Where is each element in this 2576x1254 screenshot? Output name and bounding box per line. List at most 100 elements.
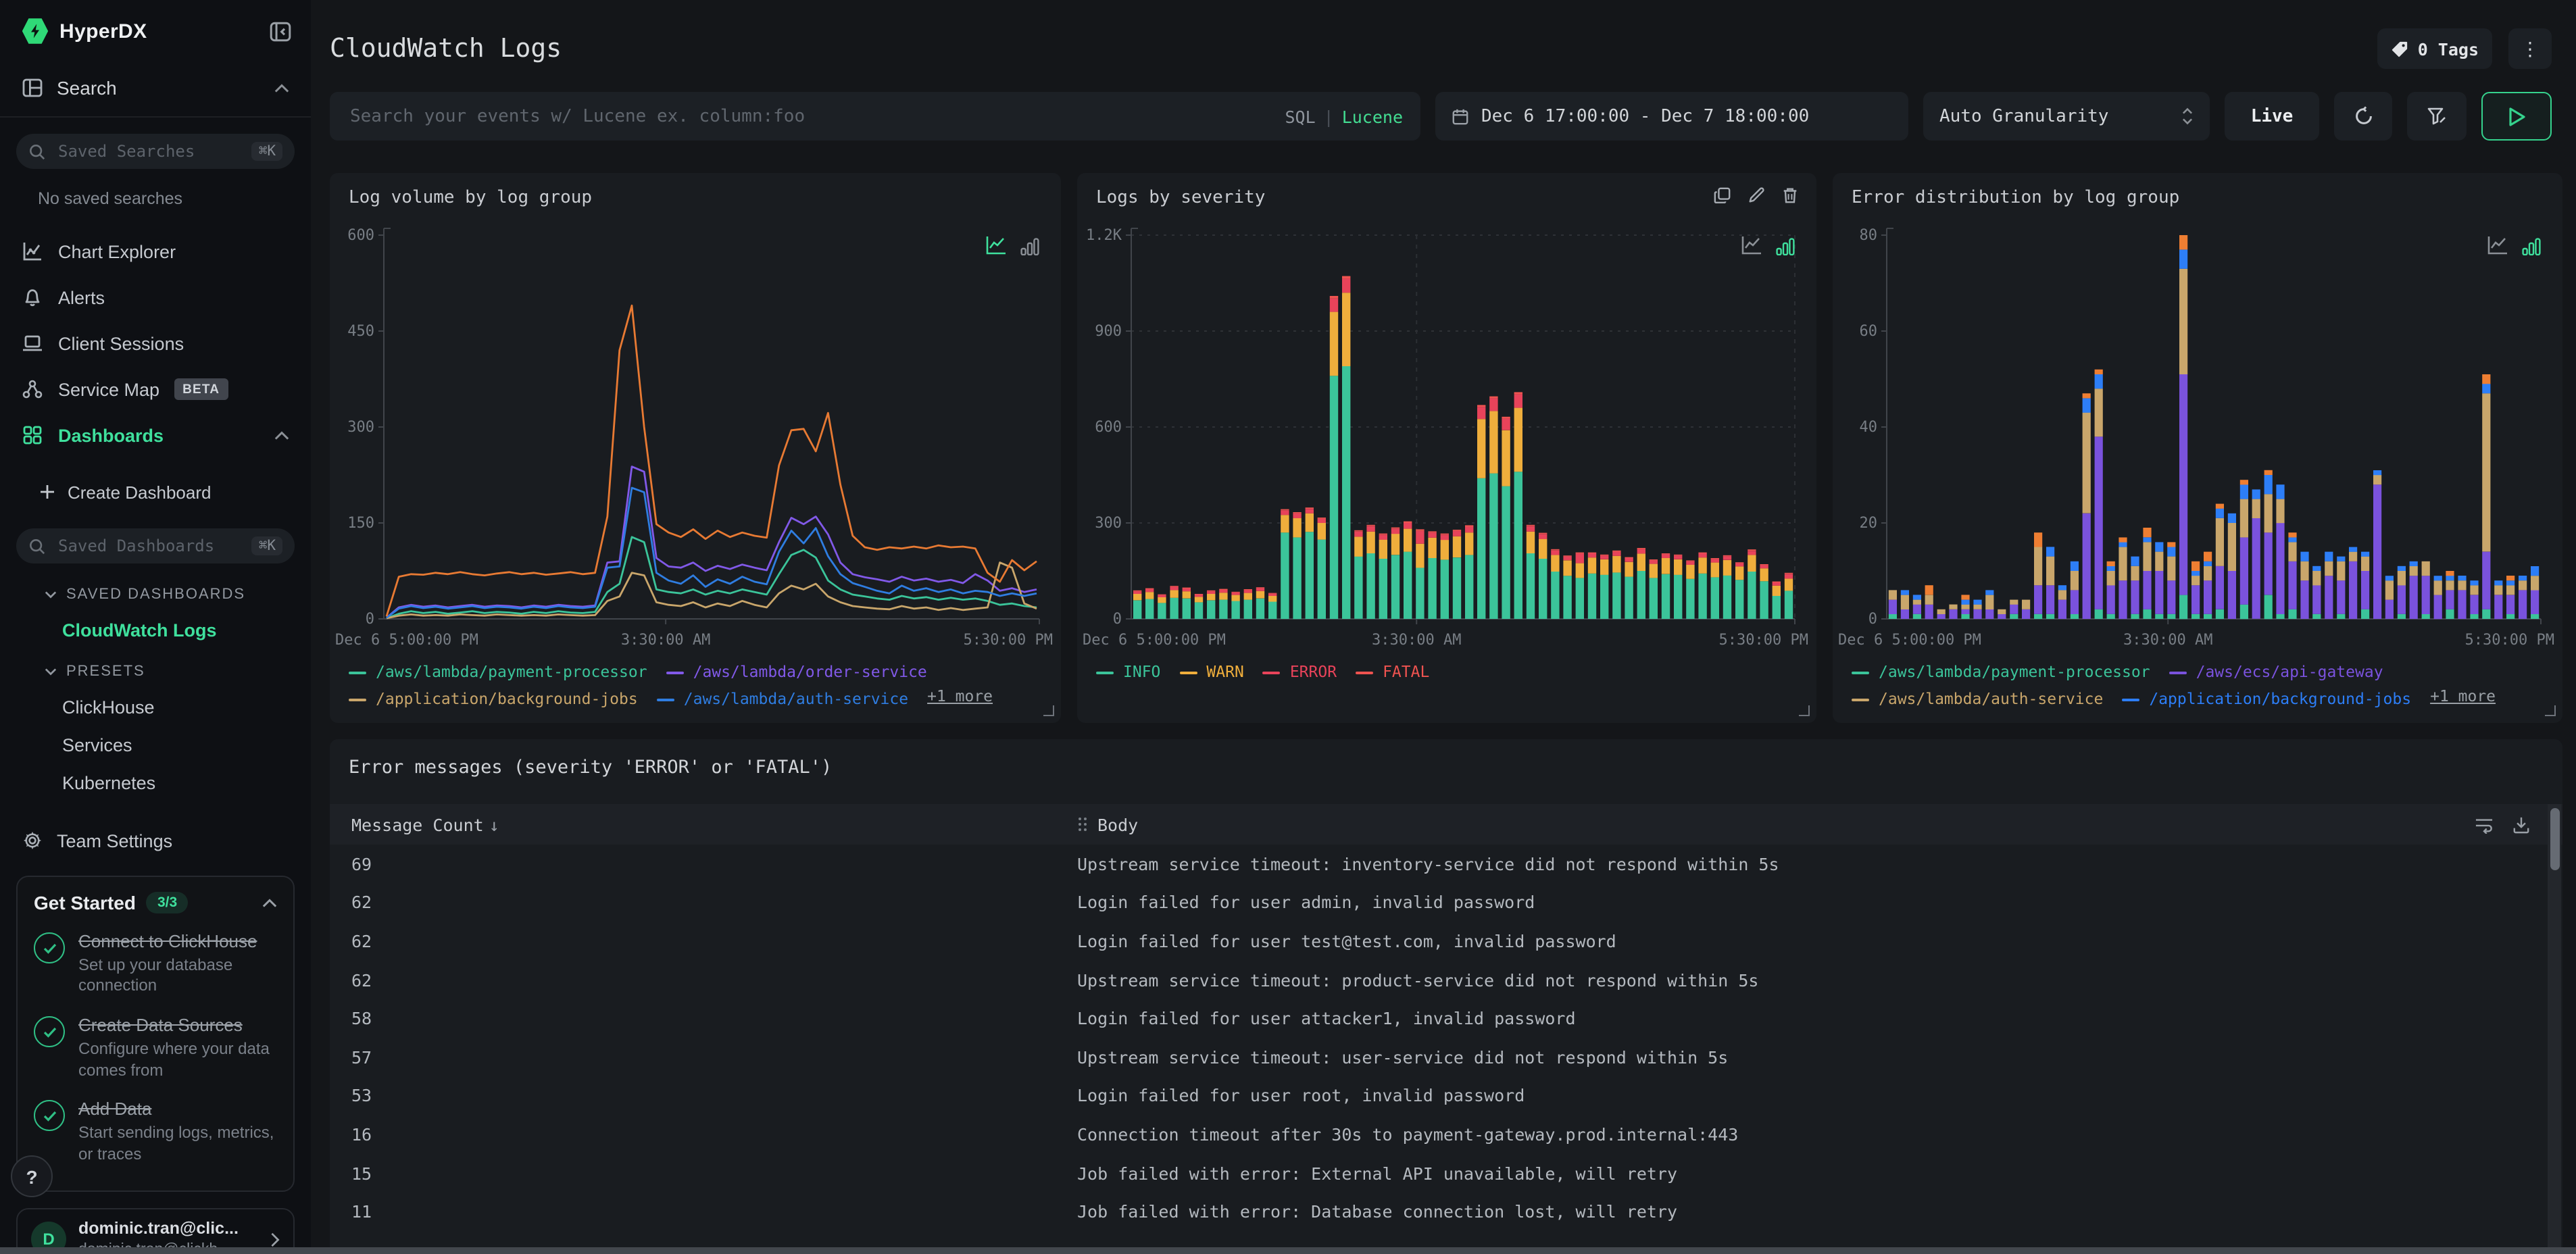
run-query-button[interactable] bbox=[2481, 92, 2552, 141]
sidebar-item-kubernetes[interactable]: Kubernetes bbox=[62, 773, 311, 793]
line-view-icon[interactable] bbox=[985, 235, 1007, 255]
live-button[interactable]: Live bbox=[2225, 92, 2319, 141]
event-search-input[interactable] bbox=[347, 105, 1274, 128]
saved-searches-input[interactable] bbox=[55, 141, 243, 162]
table-row[interactable]: 16 Connection timeout after 30s to paymen… bbox=[330, 1115, 2544, 1153]
legend-item[interactable]: /aws/ecs/api-gateway bbox=[2169, 661, 2383, 685]
legend-swatch bbox=[2122, 698, 2140, 701]
create-dashboard-label: Create Dashboard bbox=[68, 482, 212, 502]
presets-section[interactable]: PRESETS bbox=[45, 663, 311, 680]
refresh-button[interactable] bbox=[2334, 92, 2392, 141]
lucene-mode-toggle[interactable]: Lucene bbox=[1342, 106, 1403, 126]
legend-item[interactable]: /aws/lambda/payment-processor bbox=[349, 661, 647, 685]
sidebar-item-service-map[interactable]: Service Map BETA bbox=[0, 366, 311, 412]
create-dashboard-button[interactable]: Create Dashboard bbox=[0, 477, 311, 507]
column-header-body[interactable]: Body bbox=[1077, 814, 1138, 834]
tags-button[interactable]: 0 Tags bbox=[2377, 28, 2492, 69]
granularity-select[interactable]: Auto Granularity bbox=[1923, 92, 2210, 141]
cell-message-count: 53 bbox=[351, 1085, 372, 1106]
get-started-step-add-data[interactable]: Add Data Start sending logs, metrics, or… bbox=[34, 1099, 277, 1165]
line-view-icon[interactable] bbox=[1741, 235, 1762, 255]
download-icon[interactable] bbox=[2512, 816, 2530, 833]
column-header-message-count[interactable]: Message Count ↓ bbox=[351, 814, 499, 834]
sidebar-collapse-icon[interactable] bbox=[269, 20, 292, 43]
saved-dashboards-search[interactable]: ⌘K bbox=[16, 528, 295, 563]
wrap-text-icon[interactable] bbox=[2475, 816, 2494, 833]
resize-handle[interactable] bbox=[2545, 705, 2556, 716]
sidebar-item-client-sessions[interactable]: Client Sessions bbox=[0, 320, 311, 366]
horizontal-scrollbar[interactable] bbox=[0, 1247, 2576, 1254]
table-row[interactable]: 15 Job failed with error: External API un… bbox=[330, 1154, 2544, 1193]
table-row[interactable]: 58 Login failed for user attacker1, inval… bbox=[330, 999, 2544, 1038]
filter-icon bbox=[2427, 107, 2446, 125]
filter-button[interactable] bbox=[2407, 92, 2467, 141]
saved-searches-search[interactable]: ⌘K bbox=[16, 134, 295, 169]
vertical-scrollbar[interactable] bbox=[2548, 804, 2561, 1254]
legend-item[interactable]: ERROR bbox=[1262, 661, 1337, 685]
saved-dashboards-section[interactable]: SAVED DASHBOARDS bbox=[45, 586, 311, 603]
event-search-field[interactable]: SQL | Lucene bbox=[330, 92, 1420, 141]
sidebar-item-team-settings[interactable]: Team Settings bbox=[0, 830, 311, 851]
chevron-up-icon[interactable] bbox=[262, 898, 277, 907]
legend-more-link[interactable]: +1 more bbox=[927, 686, 993, 705]
sql-mode-toggle[interactable]: SQL bbox=[1285, 106, 1315, 126]
bar-view-icon[interactable] bbox=[2522, 238, 2541, 255]
cell-body: Upstream service timeout: inventory-serv… bbox=[1077, 853, 1779, 874]
chevron-right-icon bbox=[271, 1232, 280, 1247]
sidebar-item-services[interactable]: Services bbox=[62, 735, 311, 755]
table-row[interactable]: 62 Login failed for user admin, invalid p… bbox=[330, 883, 2544, 922]
saved-dashboards-input[interactable] bbox=[55, 535, 243, 557]
table-header: Message Count ↓ Body bbox=[330, 804, 2562, 845]
legend-item[interactable]: /application/background-jobs bbox=[349, 688, 638, 711]
table-row[interactable]: 69 Upstream service timeout: inventory-se… bbox=[330, 845, 2544, 883]
sidebar-item-dashboards[interactable]: Dashboards bbox=[0, 412, 311, 458]
more-options-button[interactable]: ⋮ bbox=[2508, 28, 2552, 69]
chevron-down-icon bbox=[45, 668, 57, 676]
cell-message-count: 16 bbox=[351, 1124, 372, 1145]
get-started-step-sources[interactable]: Create Data Sources Configure where your… bbox=[34, 1015, 277, 1081]
legend-item[interactable]: /aws/lambda/payment-processor bbox=[1852, 661, 2150, 685]
date-range-picker[interactable]: Dec 6 17:00:00 - Dec 7 18:00:00 bbox=[1435, 92, 1908, 141]
legend-label: /aws/ecs/api-gateway bbox=[2196, 662, 2383, 682]
bar-view-icon[interactable] bbox=[1020, 238, 1039, 255]
resize-handle[interactable] bbox=[1043, 705, 1054, 716]
legend-item[interactable]: WARN bbox=[1179, 661, 1244, 685]
bar-view-icon[interactable] bbox=[1776, 238, 1795, 255]
sidebar-item-chart-explorer[interactable]: Chart Explorer bbox=[0, 228, 311, 274]
delete-icon[interactable] bbox=[1781, 186, 1799, 204]
legend-swatch bbox=[1179, 672, 1197, 674]
edit-icon[interactable] bbox=[1748, 186, 1765, 204]
hyperdx-app: HyperDX Search ⌘K bbox=[0, 0, 2576, 1254]
get-started-step-connect[interactable]: Connect to ClickHouse Set up your databa… bbox=[34, 931, 277, 997]
get-started-card: Get Started 3/3 Connect to ClickHouse Se… bbox=[16, 876, 295, 1192]
table-row[interactable]: 11 Job failed with error: Database connec… bbox=[330, 1193, 2544, 1231]
scrollbar-thumb[interactable] bbox=[2550, 808, 2559, 870]
chart-card-error-distribution: Error distribution by log group 80 60 40 20… bbox=[1833, 173, 2562, 723]
legend-item[interactable]: /application/background-jobs bbox=[2122, 688, 2411, 711]
svg-text:5:30:00 PM: 5:30:00 PM bbox=[964, 632, 1053, 649]
duplicate-icon[interactable] bbox=[1714, 186, 1731, 204]
team-settings-label: Team Settings bbox=[57, 830, 173, 851]
sidebar-item-search[interactable]: Search bbox=[0, 77, 311, 99]
help-button[interactable]: ? bbox=[11, 1155, 53, 1197]
tags-label: 0 Tags bbox=[2417, 39, 2479, 59]
legend-more-link[interactable]: +1 more bbox=[2430, 686, 2496, 705]
legend-item[interactable]: /aws/lambda/auth-service bbox=[656, 688, 908, 711]
cell-body: Job failed with error: External API unav… bbox=[1077, 1163, 1678, 1184]
sidebar-item-cloudwatch-logs[interactable]: CloudWatch Logs bbox=[62, 620, 311, 641]
sidebar-item-clickhouse[interactable]: ClickHouse bbox=[62, 697, 311, 718]
legend-item[interactable]: /aws/lambda/order-service bbox=[666, 661, 927, 685]
table-row[interactable]: 62 Login failed for user test@test.com, i… bbox=[330, 922, 2544, 960]
table-row[interactable]: 62 Upstream service timeout: product-serv… bbox=[330, 961, 2544, 999]
sidebar-item-alerts[interactable]: Alerts bbox=[0, 274, 311, 320]
legend-item[interactable]: INFO bbox=[1096, 661, 1160, 685]
line-view-icon[interactable] bbox=[2487, 235, 2508, 255]
resize-handle[interactable] bbox=[1799, 705, 1810, 716]
drag-handle-icon[interactable] bbox=[1077, 816, 1088, 832]
svg-text:80: 80 bbox=[1860, 227, 1878, 244]
legend-item[interactable]: FATAL bbox=[1356, 661, 1429, 685]
table-row[interactable]: 57 Upstream service timeout: user-service… bbox=[330, 1038, 2544, 1076]
table-row[interactable]: 53 Login failed for user root, invalid pa… bbox=[330, 1076, 2544, 1115]
legend-item[interactable]: /aws/lambda/auth-service bbox=[1852, 688, 2103, 711]
main-content: CloudWatch Logs 0 Tags ⋮ SQL | Lucene bbox=[311, 0, 2576, 1254]
